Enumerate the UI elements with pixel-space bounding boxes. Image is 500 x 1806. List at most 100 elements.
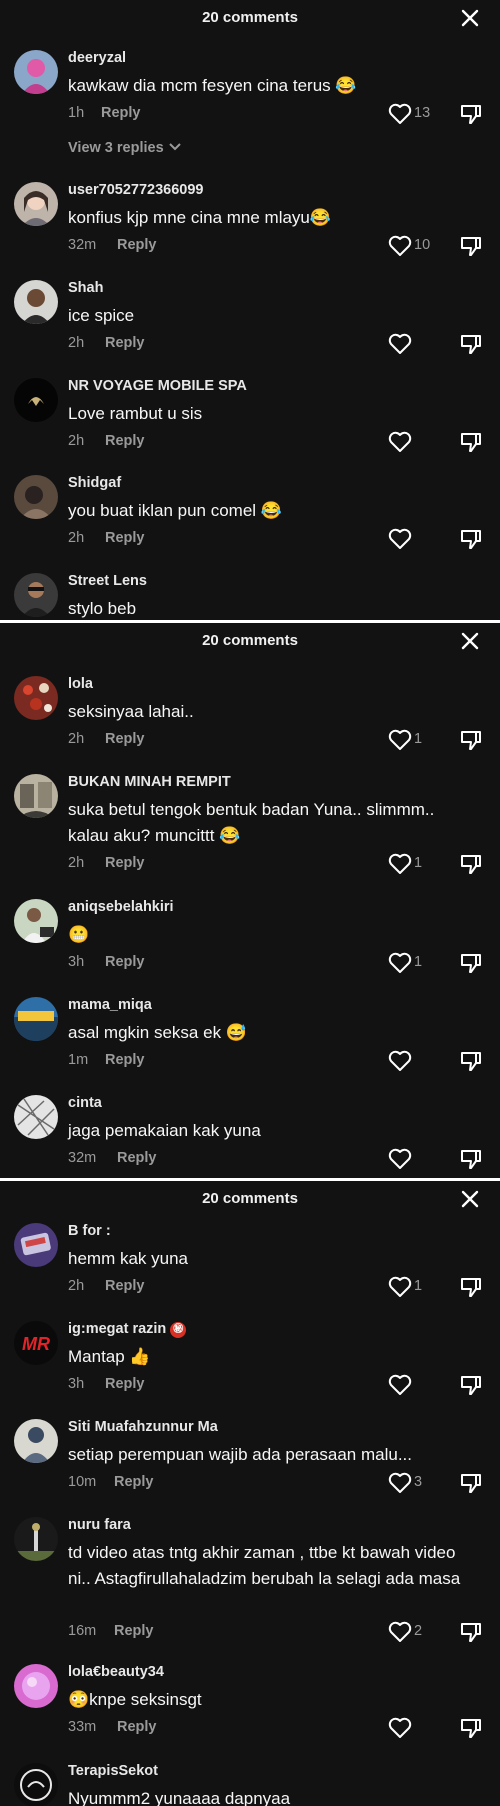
comment-username[interactable]: lola€beauty34 (68, 1664, 164, 1680)
comment-username[interactable]: ig:megat razin ㊙ (68, 1321, 187, 1338)
comments-sheet-3: 20 comments B for : hemm kak yuna 2h Rep… (0, 1181, 500, 1806)
comment-username[interactable]: aniqsebelahkiri (68, 899, 174, 915)
reply-button[interactable]: Reply (105, 335, 145, 351)
comment-item: Shidgaf you buat iklan pun comel 😂 2h Re… (0, 475, 500, 555)
comment-item: NR VOYAGE MOBILE SPA Love rambut u sis 2… (0, 378, 500, 458)
heart-outline-icon[interactable] (388, 528, 412, 550)
heart-outline-icon[interactable] (388, 1374, 412, 1396)
thumbs-down-icon[interactable] (459, 1373, 483, 1397)
thumbs-down-icon[interactable] (459, 1716, 483, 1740)
avatar[interactable] (14, 1419, 58, 1463)
avatar[interactable] (14, 1517, 58, 1561)
thumbs-down-icon[interactable] (459, 1049, 483, 1073)
heart-outline-icon[interactable] (388, 1621, 412, 1643)
close-icon[interactable] (460, 8, 480, 28)
thumbs-down-icon[interactable] (459, 527, 483, 551)
heart-outline-icon[interactable] (388, 1148, 412, 1170)
thumbs-down-icon[interactable] (459, 1147, 483, 1171)
comment-username[interactable]: mama_miqa (68, 997, 152, 1013)
comment-item: user7052772366099 konfius kjp mne cina m… (0, 182, 500, 262)
reply-button[interactable]: Reply (105, 1278, 145, 1294)
thumbs-down-icon[interactable] (459, 430, 483, 454)
like-count: 1 (414, 855, 423, 871)
thumbs-down-icon[interactable] (459, 234, 483, 258)
thumbs-down-icon[interactable] (459, 1471, 483, 1495)
heart-outline-icon[interactable] (388, 1472, 412, 1494)
heart-outline-icon[interactable] (388, 952, 412, 974)
comment-item: deeryzal kawkaw dia mcm fesyen cina teru… (0, 50, 500, 160)
comment-username[interactable]: lola (68, 676, 93, 692)
reply-button[interactable]: Reply (105, 954, 145, 970)
comment-time: 1h (68, 105, 85, 121)
heart-outline-icon[interactable] (388, 853, 412, 875)
comment-time: 1m (68, 1052, 89, 1068)
view-replies-button[interactable]: View 3 replies (68, 140, 182, 156)
comment-username[interactable]: NR VOYAGE MOBILE SPA (68, 378, 247, 394)
avatar[interactable] (14, 774, 58, 818)
comment-username[interactable]: B for : (68, 1223, 111, 1239)
reply-button[interactable]: Reply (101, 105, 141, 121)
avatar[interactable] (14, 182, 58, 226)
avatar[interactable] (14, 280, 58, 324)
heart-outline-icon[interactable] (388, 333, 412, 355)
reply-button[interactable]: Reply (105, 855, 145, 871)
reply-button[interactable]: Reply (105, 433, 145, 449)
thumbs-down-icon[interactable] (459, 1620, 483, 1644)
comment-username[interactable]: user7052772366099 (68, 182, 203, 198)
comment-time: 2h (68, 731, 85, 747)
avatar[interactable] (14, 1223, 58, 1267)
reply-button[interactable]: Reply (105, 1376, 145, 1392)
avatar[interactable]: MR (14, 1321, 58, 1365)
reply-button[interactable]: Reply (114, 1474, 154, 1490)
comments-sheet-1: 20 comments deeryzal kawkaw dia mcm fesy… (0, 0, 500, 620)
comment-text: Love rambut u sis (68, 404, 203, 423)
heart-outline-icon[interactable] (388, 103, 412, 125)
thumbs-down-icon[interactable] (459, 852, 483, 876)
thumbs-down-icon[interactable] (459, 332, 483, 356)
comment-time: 16m (68, 1623, 97, 1639)
avatar[interactable] (14, 997, 58, 1041)
heart-outline-icon[interactable] (388, 1050, 412, 1072)
close-icon[interactable] (460, 1189, 480, 1209)
comment-text: 😬 (68, 925, 90, 944)
comment-text: Nyummm2 yunaaaa dapnyaa (68, 1789, 291, 1806)
close-icon[interactable] (460, 631, 480, 651)
heart-outline-icon[interactable] (388, 1717, 412, 1739)
avatar[interactable] (14, 676, 58, 720)
comment-username[interactable]: Shah (68, 280, 103, 296)
thumbs-down-icon[interactable] (459, 951, 483, 975)
avatar[interactable] (14, 50, 58, 94)
reply-button[interactable]: Reply (117, 1719, 157, 1735)
comment-item: lola€beauty34 😳knpe seksinsgt 33m Reply (0, 1664, 500, 1744)
thumbs-down-icon[interactable] (459, 728, 483, 752)
reply-button[interactable]: Reply (105, 731, 145, 747)
avatar[interactable] (14, 573, 58, 617)
avatar[interactable] (14, 1763, 58, 1806)
comment-username[interactable]: nuru fara (68, 1517, 131, 1533)
thumbs-down-icon[interactable] (459, 1275, 483, 1299)
comment-username[interactable]: BUKAN MINAH REMPIT (68, 774, 231, 790)
comment-username[interactable]: cinta (68, 1095, 102, 1111)
heart-outline-icon[interactable] (388, 729, 412, 751)
avatar[interactable] (14, 1095, 58, 1139)
comment-username[interactable]: TerapisSekot (68, 1763, 158, 1779)
avatar[interactable] (14, 1664, 58, 1708)
username-text: ig:megat razin (68, 1321, 167, 1337)
heart-outline-icon[interactable] (388, 431, 412, 453)
reply-button[interactable]: Reply (105, 530, 145, 546)
thumbs-down-icon[interactable] (459, 102, 483, 126)
reply-button[interactable]: Reply (114, 1623, 154, 1639)
heart-outline-icon[interactable] (388, 1276, 412, 1298)
reply-button[interactable]: Reply (105, 1052, 145, 1068)
reply-button[interactable]: Reply (117, 1150, 157, 1166)
avatar[interactable] (14, 475, 58, 519)
comment-username[interactable]: Street Lens (68, 573, 147, 589)
reply-button[interactable]: Reply (117, 237, 157, 253)
comment-text: hemm kak yuna (68, 1249, 188, 1268)
avatar[interactable] (14, 378, 58, 422)
comment-username[interactable]: Siti Muafahzunnur Ma (68, 1419, 218, 1435)
avatar[interactable] (14, 899, 58, 943)
comment-username[interactable]: Shidgaf (68, 475, 121, 491)
heart-outline-icon[interactable] (388, 235, 412, 257)
comment-username[interactable]: deeryzal (68, 50, 126, 66)
